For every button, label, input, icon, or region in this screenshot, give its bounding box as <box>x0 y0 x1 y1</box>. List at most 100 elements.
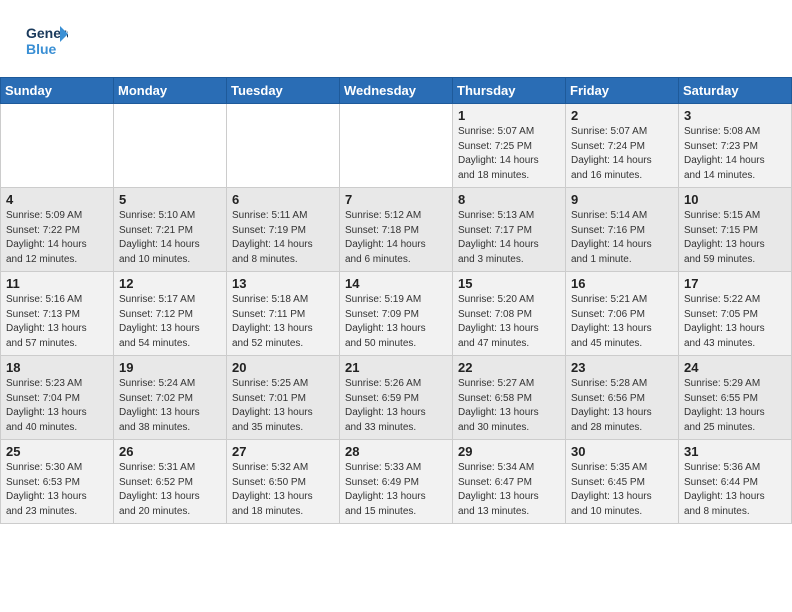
day-number: 24 <box>684 360 786 375</box>
day-number: 5 <box>119 192 221 207</box>
calendar-cell: 3 Sunrise: 5:08 AM Sunset: 7:23 PM Daylig… <box>679 104 792 188</box>
day-info: Sunrise: 5:17 AM Sunset: 7:12 PM Dayligh… <box>119 293 221 351</box>
week-row: 25Sunrise: 5:30 AM Sunset: 6:53 PM Dayli… <box>1 440 792 524</box>
day-info: Sunrise: 5:12 AM Sunset: 7:18 PM Dayligh… <box>345 209 447 267</box>
week-row: 4 Sunrise: 5:09 AM Sunset: 7:22 PM Daylig… <box>1 188 792 272</box>
calendar-cell: 4 Sunrise: 5:09 AM Sunset: 7:22 PM Daylig… <box>1 188 114 272</box>
day-number: 9 <box>571 192 673 207</box>
day-header-monday: Monday <box>114 78 227 104</box>
day-info: Sunrise: 5:36 AM Sunset: 6:44 PM Dayligh… <box>684 461 786 519</box>
day-info: Sunrise: 5:24 AM Sunset: 7:02 PM Dayligh… <box>119 377 221 435</box>
svg-text:Blue: Blue <box>26 41 57 57</box>
day-number: 13 <box>232 276 334 291</box>
day-header-saturday: Saturday <box>679 78 792 104</box>
day-number: 14 <box>345 276 447 291</box>
day-number: 21 <box>345 360 447 375</box>
day-number: 25 <box>6 444 108 459</box>
day-info: Sunrise: 5:16 AM Sunset: 7:13 PM Dayligh… <box>6 293 108 351</box>
calendar-cell: 15 Sunrise: 5:20 AM Sunset: 7:08 PM Dayli… <box>453 272 566 356</box>
day-info: Sunrise: 5:14 AM Sunset: 7:16 PM Dayligh… <box>571 209 673 267</box>
calendar-cell: 22Sunrise: 5:27 AM Sunset: 6:58 PM Dayli… <box>453 356 566 440</box>
day-info: Sunrise: 5:26 AM Sunset: 6:59 PM Dayligh… <box>345 377 447 435</box>
day-number: 26 <box>119 444 221 459</box>
day-info: Sunrise: 5:31 AM Sunset: 6:52 PM Dayligh… <box>119 461 221 519</box>
day-info: Sunrise: 5:08 AM Sunset: 7:23 PM Dayligh… <box>684 125 786 183</box>
day-info: Sunrise: 5:09 AM Sunset: 7:22 PM Dayligh… <box>6 209 108 267</box>
calendar-cell: 7 Sunrise: 5:12 AM Sunset: 7:18 PM Daylig… <box>340 188 453 272</box>
calendar-cell: 17 Sunrise: 5:22 AM Sunset: 7:05 PM Dayli… <box>679 272 792 356</box>
day-number: 12 <box>119 276 221 291</box>
day-number: 4 <box>6 192 108 207</box>
day-header-thursday: Thursday <box>453 78 566 104</box>
calendar-cell: 5Sunrise: 5:10 AM Sunset: 7:21 PM Daylig… <box>114 188 227 272</box>
day-number: 18 <box>6 360 108 375</box>
week-row: 18 Sunrise: 5:23 AM Sunset: 7:04 PM Dayli… <box>1 356 792 440</box>
day-number: 7 <box>345 192 447 207</box>
day-number: 28 <box>345 444 447 459</box>
day-info: Sunrise: 5:19 AM Sunset: 7:09 PM Dayligh… <box>345 293 447 351</box>
day-info: Sunrise: 5:13 AM Sunset: 7:17 PM Dayligh… <box>458 209 560 267</box>
calendar-cell: 31 Sunrise: 5:36 AM Sunset: 6:44 PM Dayli… <box>679 440 792 524</box>
calendar-cell: 9 Sunrise: 5:14 AM Sunset: 7:16 PM Daylig… <box>566 188 679 272</box>
logo-icon: General Blue <box>24 18 68 62</box>
calendar-cell: 11Sunrise: 5:16 AM Sunset: 7:13 PM Dayli… <box>1 272 114 356</box>
calendar-cell: 1 Sunrise: 5:07 AM Sunset: 7:25 PM Daylig… <box>453 104 566 188</box>
day-number: 3 <box>684 108 786 123</box>
calendar-cell: 30 Sunrise: 5:35 AM Sunset: 6:45 PM Dayli… <box>566 440 679 524</box>
header: General Blue <box>0 0 792 77</box>
calendar-cell: 25Sunrise: 5:30 AM Sunset: 6:53 PM Dayli… <box>1 440 114 524</box>
calendar-cell: 24Sunrise: 5:29 AM Sunset: 6:55 PM Dayli… <box>679 356 792 440</box>
day-number: 10 <box>684 192 786 207</box>
day-info: Sunrise: 5:22 AM Sunset: 7:05 PM Dayligh… <box>684 293 786 351</box>
week-row: 1 Sunrise: 5:07 AM Sunset: 7:25 PM Daylig… <box>1 104 792 188</box>
calendar-cell: 14 Sunrise: 5:19 AM Sunset: 7:09 PM Dayli… <box>340 272 453 356</box>
day-header-friday: Friday <box>566 78 679 104</box>
calendar-cell: 19 Sunrise: 5:24 AM Sunset: 7:02 PM Dayli… <box>114 356 227 440</box>
day-info: Sunrise: 5:34 AM Sunset: 6:47 PM Dayligh… <box>458 461 560 519</box>
day-info: Sunrise: 5:33 AM Sunset: 6:49 PM Dayligh… <box>345 461 447 519</box>
day-info: Sunrise: 5:35 AM Sunset: 6:45 PM Dayligh… <box>571 461 673 519</box>
calendar-cell: 23 Sunrise: 5:28 AM Sunset: 6:56 PM Dayli… <box>566 356 679 440</box>
day-number: 31 <box>684 444 786 459</box>
calendar-header: SundayMondayTuesdayWednesdayThursdayFrid… <box>1 78 792 104</box>
day-number: 20 <box>232 360 334 375</box>
calendar-cell <box>114 104 227 188</box>
day-header-wednesday: Wednesday <box>340 78 453 104</box>
calendar-table: SundayMondayTuesdayWednesdayThursdayFrid… <box>0 77 792 524</box>
day-header-sunday: Sunday <box>1 78 114 104</box>
calendar-body: 1 Sunrise: 5:07 AM Sunset: 7:25 PM Daylig… <box>1 104 792 524</box>
day-info: Sunrise: 5:25 AM Sunset: 7:01 PM Dayligh… <box>232 377 334 435</box>
day-number: 17 <box>684 276 786 291</box>
day-info: Sunrise: 5:23 AM Sunset: 7:04 PM Dayligh… <box>6 377 108 435</box>
day-info: Sunrise: 5:28 AM Sunset: 6:56 PM Dayligh… <box>571 377 673 435</box>
calendar-cell: 26 Sunrise: 5:31 AM Sunset: 6:52 PM Dayli… <box>114 440 227 524</box>
day-number: 2 <box>571 108 673 123</box>
day-info: Sunrise: 5:07 AM Sunset: 7:25 PM Dayligh… <box>458 125 560 183</box>
day-number: 1 <box>458 108 560 123</box>
day-number: 19 <box>119 360 221 375</box>
calendar-cell: 20 Sunrise: 5:25 AM Sunset: 7:01 PM Dayli… <box>227 356 340 440</box>
day-info: Sunrise: 5:11 AM Sunset: 7:19 PM Dayligh… <box>232 209 334 267</box>
week-row: 11Sunrise: 5:16 AM Sunset: 7:13 PM Dayli… <box>1 272 792 356</box>
day-number: 29 <box>458 444 560 459</box>
calendar-cell: 21 Sunrise: 5:26 AM Sunset: 6:59 PM Dayli… <box>340 356 453 440</box>
day-info: Sunrise: 5:27 AM Sunset: 6:58 PM Dayligh… <box>458 377 560 435</box>
calendar-cell: 28 Sunrise: 5:33 AM Sunset: 6:49 PM Dayli… <box>340 440 453 524</box>
calendar-cell: 8 Sunrise: 5:13 AM Sunset: 7:17 PM Daylig… <box>453 188 566 272</box>
day-number: 15 <box>458 276 560 291</box>
day-info: Sunrise: 5:15 AM Sunset: 7:15 PM Dayligh… <box>684 209 786 267</box>
calendar-cell: 2Sunrise: 5:07 AM Sunset: 7:24 PM Daylig… <box>566 104 679 188</box>
calendar-cell <box>227 104 340 188</box>
calendar-cell: 16Sunrise: 5:21 AM Sunset: 7:06 PM Dayli… <box>566 272 679 356</box>
calendar-cell: 10 Sunrise: 5:15 AM Sunset: 7:15 PM Dayli… <box>679 188 792 272</box>
calendar-cell: 12 Sunrise: 5:17 AM Sunset: 7:12 PM Dayli… <box>114 272 227 356</box>
day-number: 6 <box>232 192 334 207</box>
day-info: Sunrise: 5:20 AM Sunset: 7:08 PM Dayligh… <box>458 293 560 351</box>
day-number: 8 <box>458 192 560 207</box>
day-number: 16 <box>571 276 673 291</box>
day-number: 30 <box>571 444 673 459</box>
logo: General Blue <box>24 18 68 67</box>
day-info: Sunrise: 5:18 AM Sunset: 7:11 PM Dayligh… <box>232 293 334 351</box>
day-header-tuesday: Tuesday <box>227 78 340 104</box>
day-number: 23 <box>571 360 673 375</box>
